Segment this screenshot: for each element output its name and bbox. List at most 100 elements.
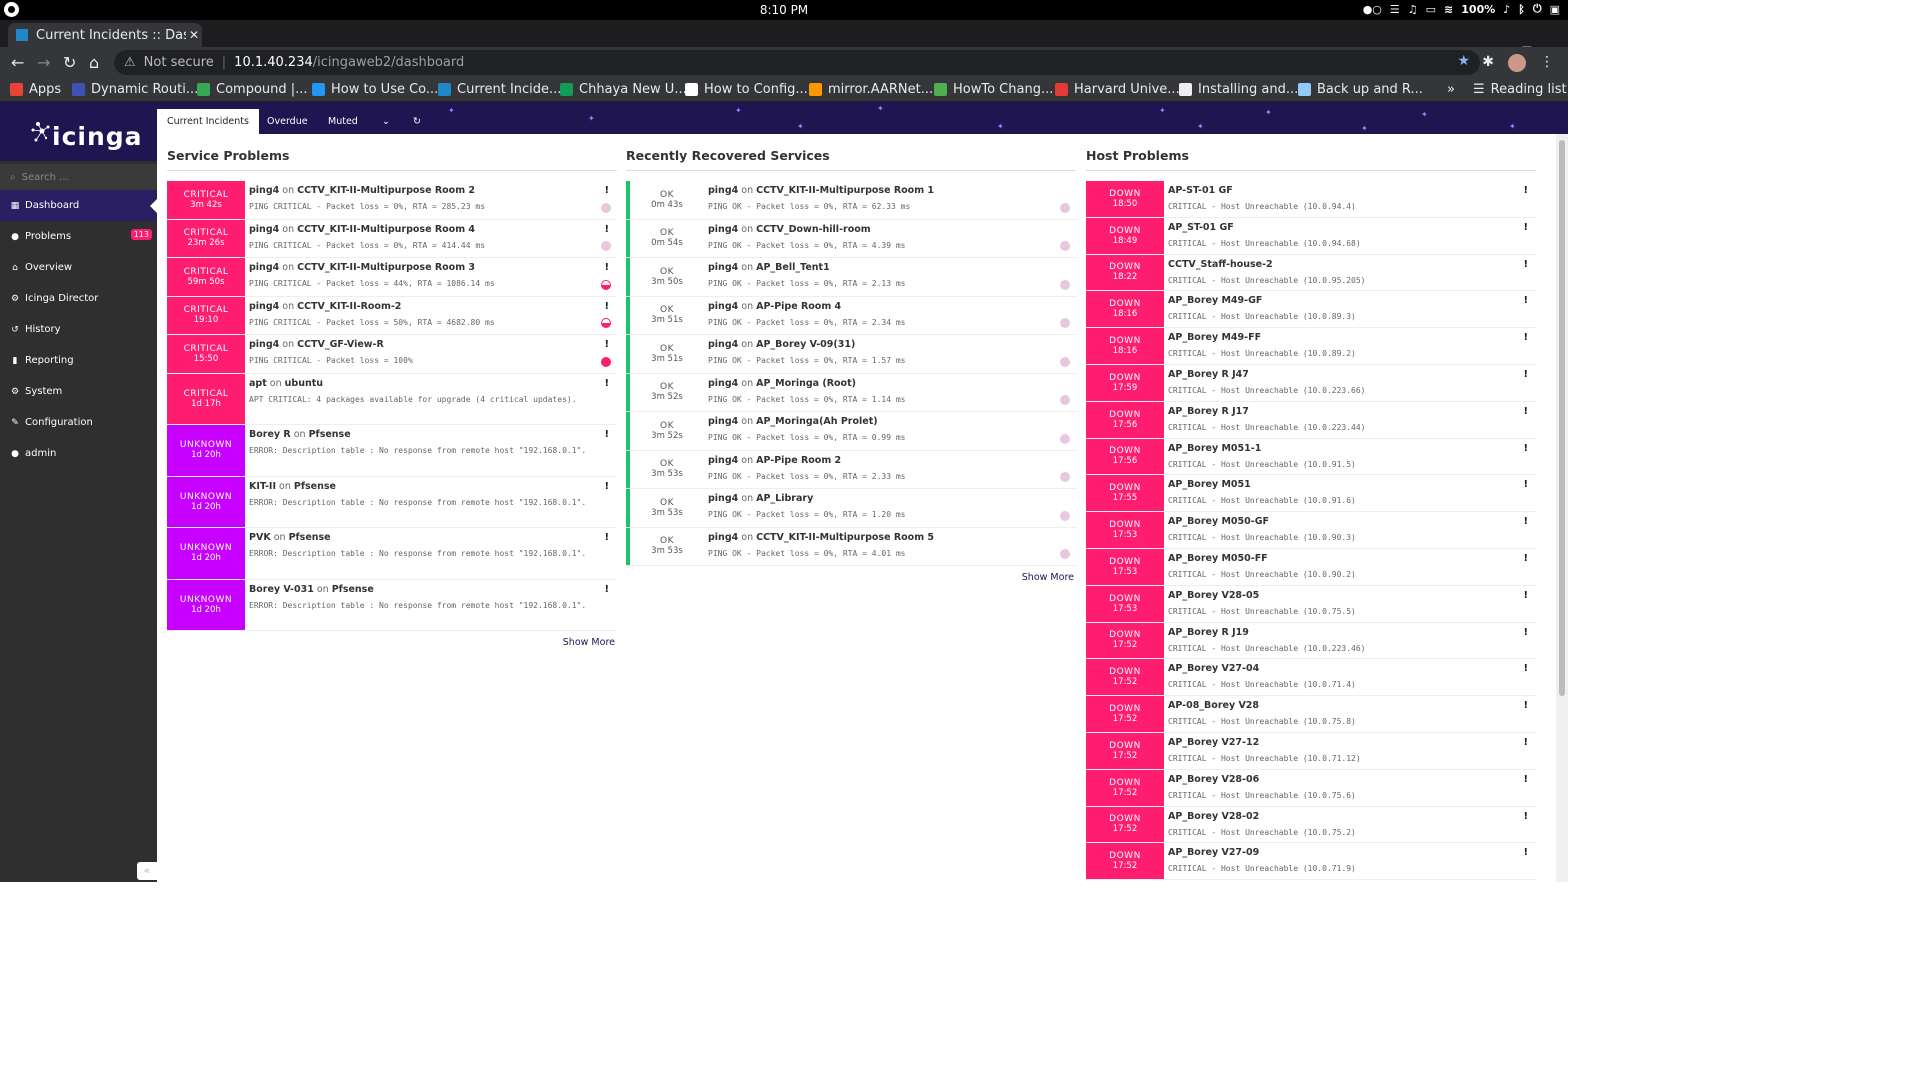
host-name[interactable]: AP_Borey M050-GF — [1168, 516, 1532, 527]
bookmark-item[interactable]: Current Incide... — [438, 82, 561, 97]
sidebar-item-overview[interactable]: ⌂ Overview — [0, 252, 157, 283]
table-row[interactable]: DOWN 18:16 AP_Borey M49-FF CRITICAL - Host … — [1086, 328, 1536, 365]
host-name[interactable]: CCTV_GF-View-R — [297, 339, 384, 350]
host-name[interactable]: AP_Borey V27-04 — [1168, 663, 1532, 674]
forward-icon[interactable]: → — [37, 53, 50, 72]
collapse-sidebar-icon[interactable]: « — [137, 862, 157, 880]
home-icon[interactable]: ⌂ — [89, 53, 99, 72]
table-row[interactable]: OK 3m 51s ping4 on AP_Borey V-09(31) PING O… — [626, 335, 1076, 374]
service-name[interactable]: ping4 — [249, 185, 279, 196]
warning-icon[interactable]: ⚠ — [124, 55, 136, 70]
service-name[interactable]: ping4 — [249, 301, 279, 312]
table-row[interactable]: CRITICAL 3m 42s ping4 on CCTV_KIT-II-Multi… — [167, 181, 617, 220]
table-row[interactable]: DOWN 17:52 AP_Borey V28-06 CRITICAL - Host … — [1086, 769, 1536, 807]
notification-icon[interactable]: ♫ — [1408, 3, 1418, 16]
sidebar-item-configuration[interactable]: ✎ Configuration — [0, 407, 157, 438]
bookmark-item[interactable]: HowTo Chang... — [934, 82, 1053, 97]
table-row[interactable]: CRITICAL 1d 17h apt on ubuntu APT CRITICAL:… — [167, 373, 617, 425]
host-name[interactable]: CCTV_KIT-II-Multipurpose Room 2 — [297, 185, 475, 196]
reading-list-button[interactable]: ☰ Reading list — [1473, 82, 1567, 97]
table-row[interactable]: CRITICAL 15:50 ping4 on CCTV_GF-View-R PING… — [167, 335, 617, 374]
menu-icon[interactable]: ☰ — [1390, 3, 1400, 16]
service-name[interactable]: ping4 — [708, 301, 738, 312]
table-row[interactable]: UNKNOWN 1d 20h Borey R on Pfsense ERROR: De… — [167, 425, 617, 477]
table-row[interactable]: DOWN 17:56 AP_Borey M051-1 CRITICAL - Host … — [1086, 438, 1536, 476]
service-name[interactable]: Borey R — [249, 429, 291, 440]
table-row[interactable]: CRITICAL 23m 26s ping4 on CCTV_KIT-II-Mult… — [167, 219, 617, 258]
table-row[interactable]: DOWN 17:52 AP_Borey V28-02 CRITICAL - Host … — [1086, 806, 1536, 844]
host-name[interactable]: AP_Moringa (Root) — [756, 378, 856, 389]
service-name[interactable]: apt — [249, 378, 267, 389]
table-row[interactable]: DOWN 17:52 AP_Borey V27-09 CRITICAL - Host … — [1086, 843, 1536, 881]
table-row[interactable]: CRITICAL 19:10 ping4 on CCTV_KIT-II-Room-2… — [167, 296, 617, 335]
host-name[interactable]: AP_Moringa(Ah Prolet) — [756, 416, 877, 427]
table-row[interactable]: DOWN 17:55 AP_Borey M051 CRITICAL - Host Un… — [1086, 475, 1536, 513]
table-row[interactable]: OK 3m 53s ping4 on CCTV_KIT-II-Multipurpos… — [626, 527, 1076, 566]
host-name[interactable]: AP_Borey R J47 — [1168, 369, 1532, 380]
window-icon[interactable]: ▣ — [1550, 3, 1560, 16]
bookmark-item[interactable]: Dynamic Routi... — [72, 82, 198, 97]
sidebar-item-reporting[interactable]: ▮ Reporting — [0, 345, 157, 376]
tab-overdue[interactable]: Overdue — [257, 109, 318, 134]
service-name[interactable]: ping4 — [708, 493, 738, 504]
dashlet-title[interactable]: Service Problems — [167, 148, 617, 171]
table-row[interactable]: OK 3m 52s ping4 on AP_Moringa (Root) PING O… — [626, 373, 1076, 412]
service-name[interactable]: ping4 — [708, 416, 738, 427]
host-name[interactable]: AP_Library — [756, 493, 813, 504]
bookmarks-overflow-icon[interactable]: » — [1447, 82, 1455, 97]
host-name[interactable]: AP_Borey M051 — [1168, 479, 1532, 490]
service-name[interactable]: ping4 — [708, 224, 738, 235]
sidebar-item-problems[interactable]: ● Problems 113 — [0, 221, 157, 252]
bookmark-item[interactable]: How to Use Co... — [312, 82, 438, 97]
browser-tab[interactable]: Current Incidents :: Dashl ✕ — [8, 23, 202, 47]
host-name[interactable]: AP_Borey R J17 — [1168, 406, 1532, 417]
host-name[interactable]: Pfsense — [332, 584, 374, 595]
host-name[interactable]: AP_Bell_Tent1 — [756, 262, 830, 273]
service-name[interactable]: ping4 — [708, 339, 738, 350]
sidebar-item-system[interactable]: ⚙ System — [0, 376, 157, 407]
volume-icon[interactable]: ♪ — [1503, 3, 1510, 16]
back-icon[interactable]: ← — [11, 53, 24, 72]
bookmark-item[interactable]: mirror.AARNet... — [809, 82, 933, 97]
table-row[interactable]: OK 3m 50s ping4 on AP_Bell_Tent1 PING OK - … — [626, 258, 1076, 297]
table-row[interactable]: OK 0m 54s ping4 on CCTV_Down-hill-room PING… — [626, 219, 1076, 258]
host-name[interactable]: AP-08_Borey V28 — [1168, 700, 1532, 711]
folder-icon[interactable]: ▭ — [1426, 3, 1436, 16]
battery-label[interactable]: 100% — [1461, 3, 1495, 16]
address-bar[interactable]: ⚠ Not secure | 10.1.40.234 /icingaweb2/d… — [114, 50, 1480, 75]
bookmark-item[interactable]: Installing and... — [1179, 82, 1298, 97]
scrollbar[interactable] — [1556, 134, 1568, 882]
service-name[interactable]: ping4 — [708, 455, 738, 466]
table-row[interactable]: UNKNOWN 1d 20h PVK on Pfsense ERROR: Descri… — [167, 528, 617, 580]
table-row[interactable]: OK 3m 53s ping4 on AP-Pipe Room 2 PING OK -… — [626, 450, 1076, 489]
host-name[interactable]: AP_Borey M051-1 — [1168, 443, 1532, 454]
wifi-icon[interactable]: ≋ — [1444, 3, 1453, 16]
host-name[interactable]: AP_Borey M49-FF — [1168, 332, 1532, 343]
table-row[interactable]: DOWN 17:59 AP_Borey R J47 CRITICAL - Host U… — [1086, 364, 1536, 402]
sidebar-item-history[interactable]: ↺ History — [0, 314, 157, 345]
host-name[interactable]: Pfsense — [294, 481, 336, 492]
table-row[interactable]: DOWN 18:49 AP_ST-01 GF CRITICAL - Host Unre… — [1086, 217, 1536, 255]
sidebar-item-icinga-director[interactable]: ⚙ Icinga Director — [0, 283, 157, 314]
table-row[interactable]: DOWN 17:52 AP_Borey V27-12 CRITICAL - Host … — [1086, 732, 1536, 770]
tab-dropdown-icon[interactable]: ⌄ — [372, 109, 400, 134]
host-name[interactable]: CCTV_KIT-II-Multipurpose Room 1 — [756, 185, 934, 196]
table-row[interactable]: DOWN 17:53 AP_Borey V28-05 CRITICAL - Host … — [1086, 585, 1536, 623]
host-name[interactable]: AP-Pipe Room 4 — [756, 301, 841, 312]
table-row[interactable]: OK 0m 43s ping4 on CCTV_KIT-II-Multipurpos… — [626, 181, 1076, 220]
service-name[interactable]: PVK — [249, 532, 271, 543]
table-row[interactable]: DOWN 17:56 AP_Borey R J17 CRITICAL - Host U… — [1086, 401, 1536, 439]
sidebar-item-admin[interactable]: ● admin — [0, 438, 157, 469]
table-row[interactable]: DOWN 17:52 AP-08_Borey V28 CRITICAL - Host … — [1086, 696, 1536, 733]
search-input[interactable]: ⌕ Search ... — [0, 164, 157, 190]
bookmark-item[interactable]: Back up and R... — [1298, 82, 1423, 97]
extensions-icon[interactable]: ✱ — [1482, 54, 1494, 72]
bookmark-item[interactable]: Apps — [10, 82, 61, 97]
bookmark-star-icon[interactable]: ★ — [1457, 53, 1470, 69]
bluetooth-icon[interactable]: ᛒ — [1518, 3, 1525, 16]
table-row[interactable]: OK 3m 53s ping4 on AP_Library PING OK - Pac… — [626, 489, 1076, 528]
bookmark-item[interactable]: Chhaya New U... — [560, 82, 687, 97]
table-row[interactable]: DOWN 17:52 AP_Borey V27-04 CRITICAL - Host … — [1086, 659, 1536, 697]
host-name[interactable]: AP_Borey R J19 — [1168, 627, 1532, 638]
host-name[interactable]: AP_Borey M49-GF — [1168, 295, 1532, 306]
